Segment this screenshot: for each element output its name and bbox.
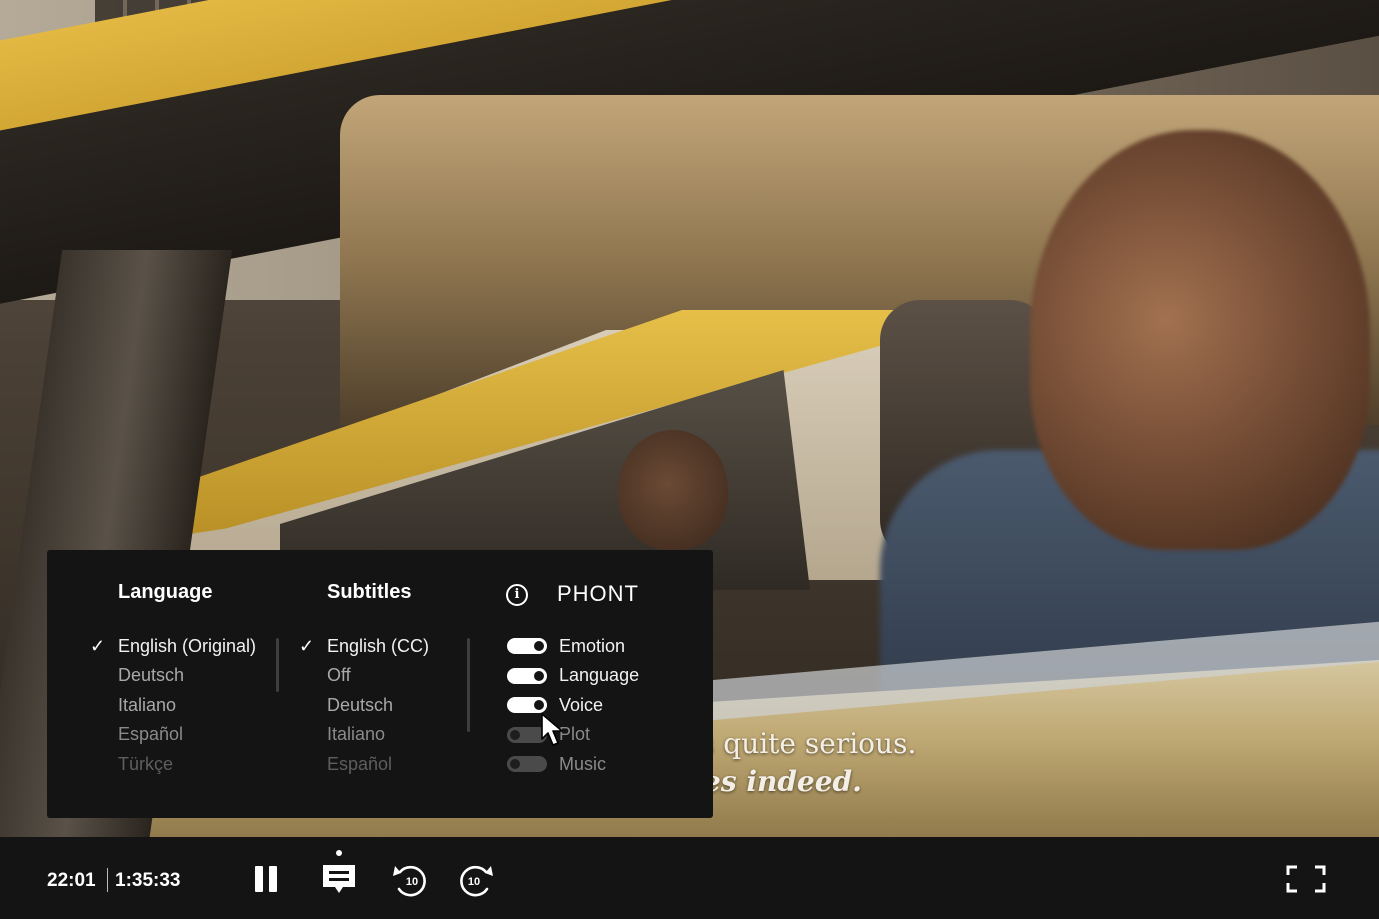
forward-10-icon[interactable]: 10 (456, 862, 494, 898)
language-toggle-label: Language (559, 665, 640, 685)
language-heading: Language (118, 581, 213, 603)
subtitle-line-1: s quite serious. (700, 727, 917, 760)
mouse-cursor-icon (541, 713, 563, 746)
subtitle-option-english-cc[interactable]: English (CC) (327, 636, 429, 657)
current-time: 22:01 (47, 870, 96, 891)
player-control-bar: 22:01 1:35:33 10 10 (0, 837, 1379, 919)
passenger-figure (618, 430, 728, 550)
subtitle-option-italiano[interactable]: Italiano (327, 724, 385, 745)
language-scrollbar[interactable] (276, 638, 279, 692)
emotion-toggle-label: Emotion (559, 636, 626, 656)
time-divider (107, 868, 108, 892)
audio-subtitle-settings-panel: Language ✓ English (Original) Deutsch It… (47, 550, 713, 818)
driver-figure (1030, 130, 1370, 550)
subtitles-heading: Subtitles (327, 581, 412, 603)
language-toggle[interactable] (507, 668, 547, 684)
subtitle-option-deutsch[interactable]: Deutsch (327, 695, 393, 716)
checkmark-icon: ✓ (299, 636, 315, 656)
language-option-turkce[interactable]: Türkçe (118, 754, 173, 775)
emotion-toggle[interactable] (507, 638, 547, 654)
info-icon[interactable]: i (506, 584, 528, 606)
checkmark-icon: ✓ (90, 636, 106, 656)
subtitles-scrollbar[interactable] (467, 638, 470, 732)
rewind-seconds: 10 (406, 876, 418, 888)
language-option-english-original[interactable]: English (Original) (118, 636, 256, 657)
forward-seconds: 10 (468, 876, 480, 888)
total-duration: 1:35:33 (115, 870, 181, 891)
music-toggle[interactable] (507, 756, 547, 772)
language-option-deutsch[interactable]: Deutsch (118, 665, 184, 686)
subtitles-icon[interactable] (321, 849, 357, 895)
fullscreen-icon[interactable] (1286, 865, 1326, 893)
subtitle-line-2: es indeed. (703, 765, 862, 798)
rewind-10-icon[interactable]: 10 (392, 862, 430, 898)
language-option-espanol[interactable]: Español (118, 724, 183, 745)
subtitle-option-espanol[interactable]: Español (327, 754, 392, 775)
voice-toggle[interactable] (507, 697, 547, 713)
phont-brand: PHONT (557, 581, 639, 606)
subtitle-option-off[interactable]: Off (327, 665, 351, 686)
language-option-italiano[interactable]: Italiano (118, 695, 176, 716)
pause-icon[interactable] (252, 865, 280, 893)
music-toggle-label: Music (559, 754, 607, 774)
